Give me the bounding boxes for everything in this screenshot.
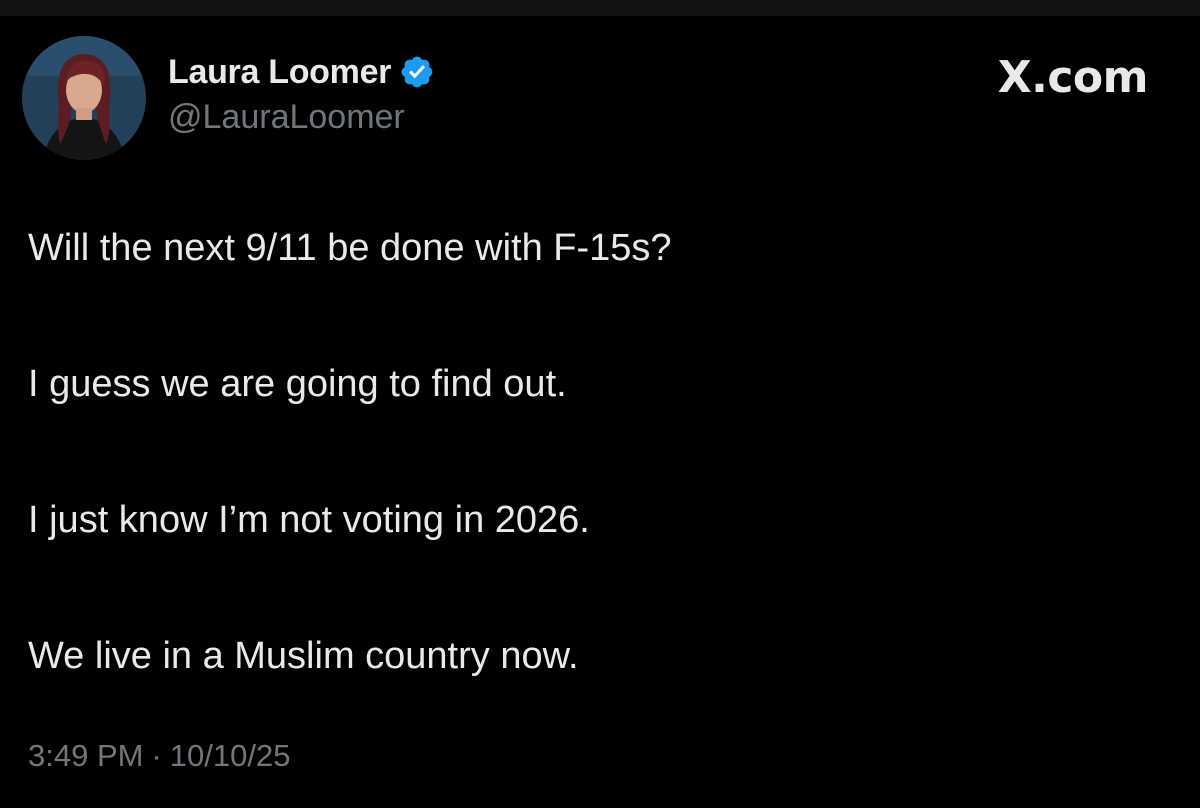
tweet-paragraph: We live in a Muslim country now. — [28, 635, 579, 677]
tweet-time[interactable]: 3:49 PM — [28, 738, 143, 774]
avatar[interactable] — [22, 36, 146, 160]
brand-label: X.com — [997, 52, 1149, 103]
tweet-date[interactable]: 10/10/25 — [170, 738, 291, 774]
tweet-paragraph: I guess we are going to find out. — [28, 363, 567, 405]
tweet-text: Will the next 9/11 be done with F-15s? I… — [28, 224, 1168, 680]
tweet-paragraph: Will the next 9/11 be done with F-15s? — [28, 227, 672, 269]
author-info[interactable]: Laura Loomer @LauraLoomer — [168, 52, 435, 137]
top-strip — [0, 0, 1200, 16]
handle[interactable]: @LauraLoomer — [168, 98, 435, 137]
verified-badge-icon — [399, 54, 435, 90]
name-row: Laura Loomer — [168, 52, 435, 92]
meta-separator: · — [151, 738, 162, 773]
tweet-paragraph: I just know I’m not voting in 2026. — [28, 499, 590, 541]
display-name[interactable]: Laura Loomer — [168, 53, 391, 92]
profile-photo-icon — [22, 36, 146, 160]
tweet-card: Laura Loomer @LauraLoomer X.com Will the… — [0, 16, 1200, 808]
tweet-timestamp[interactable]: 3:49 PM · 10/10/25 — [28, 738, 290, 774]
